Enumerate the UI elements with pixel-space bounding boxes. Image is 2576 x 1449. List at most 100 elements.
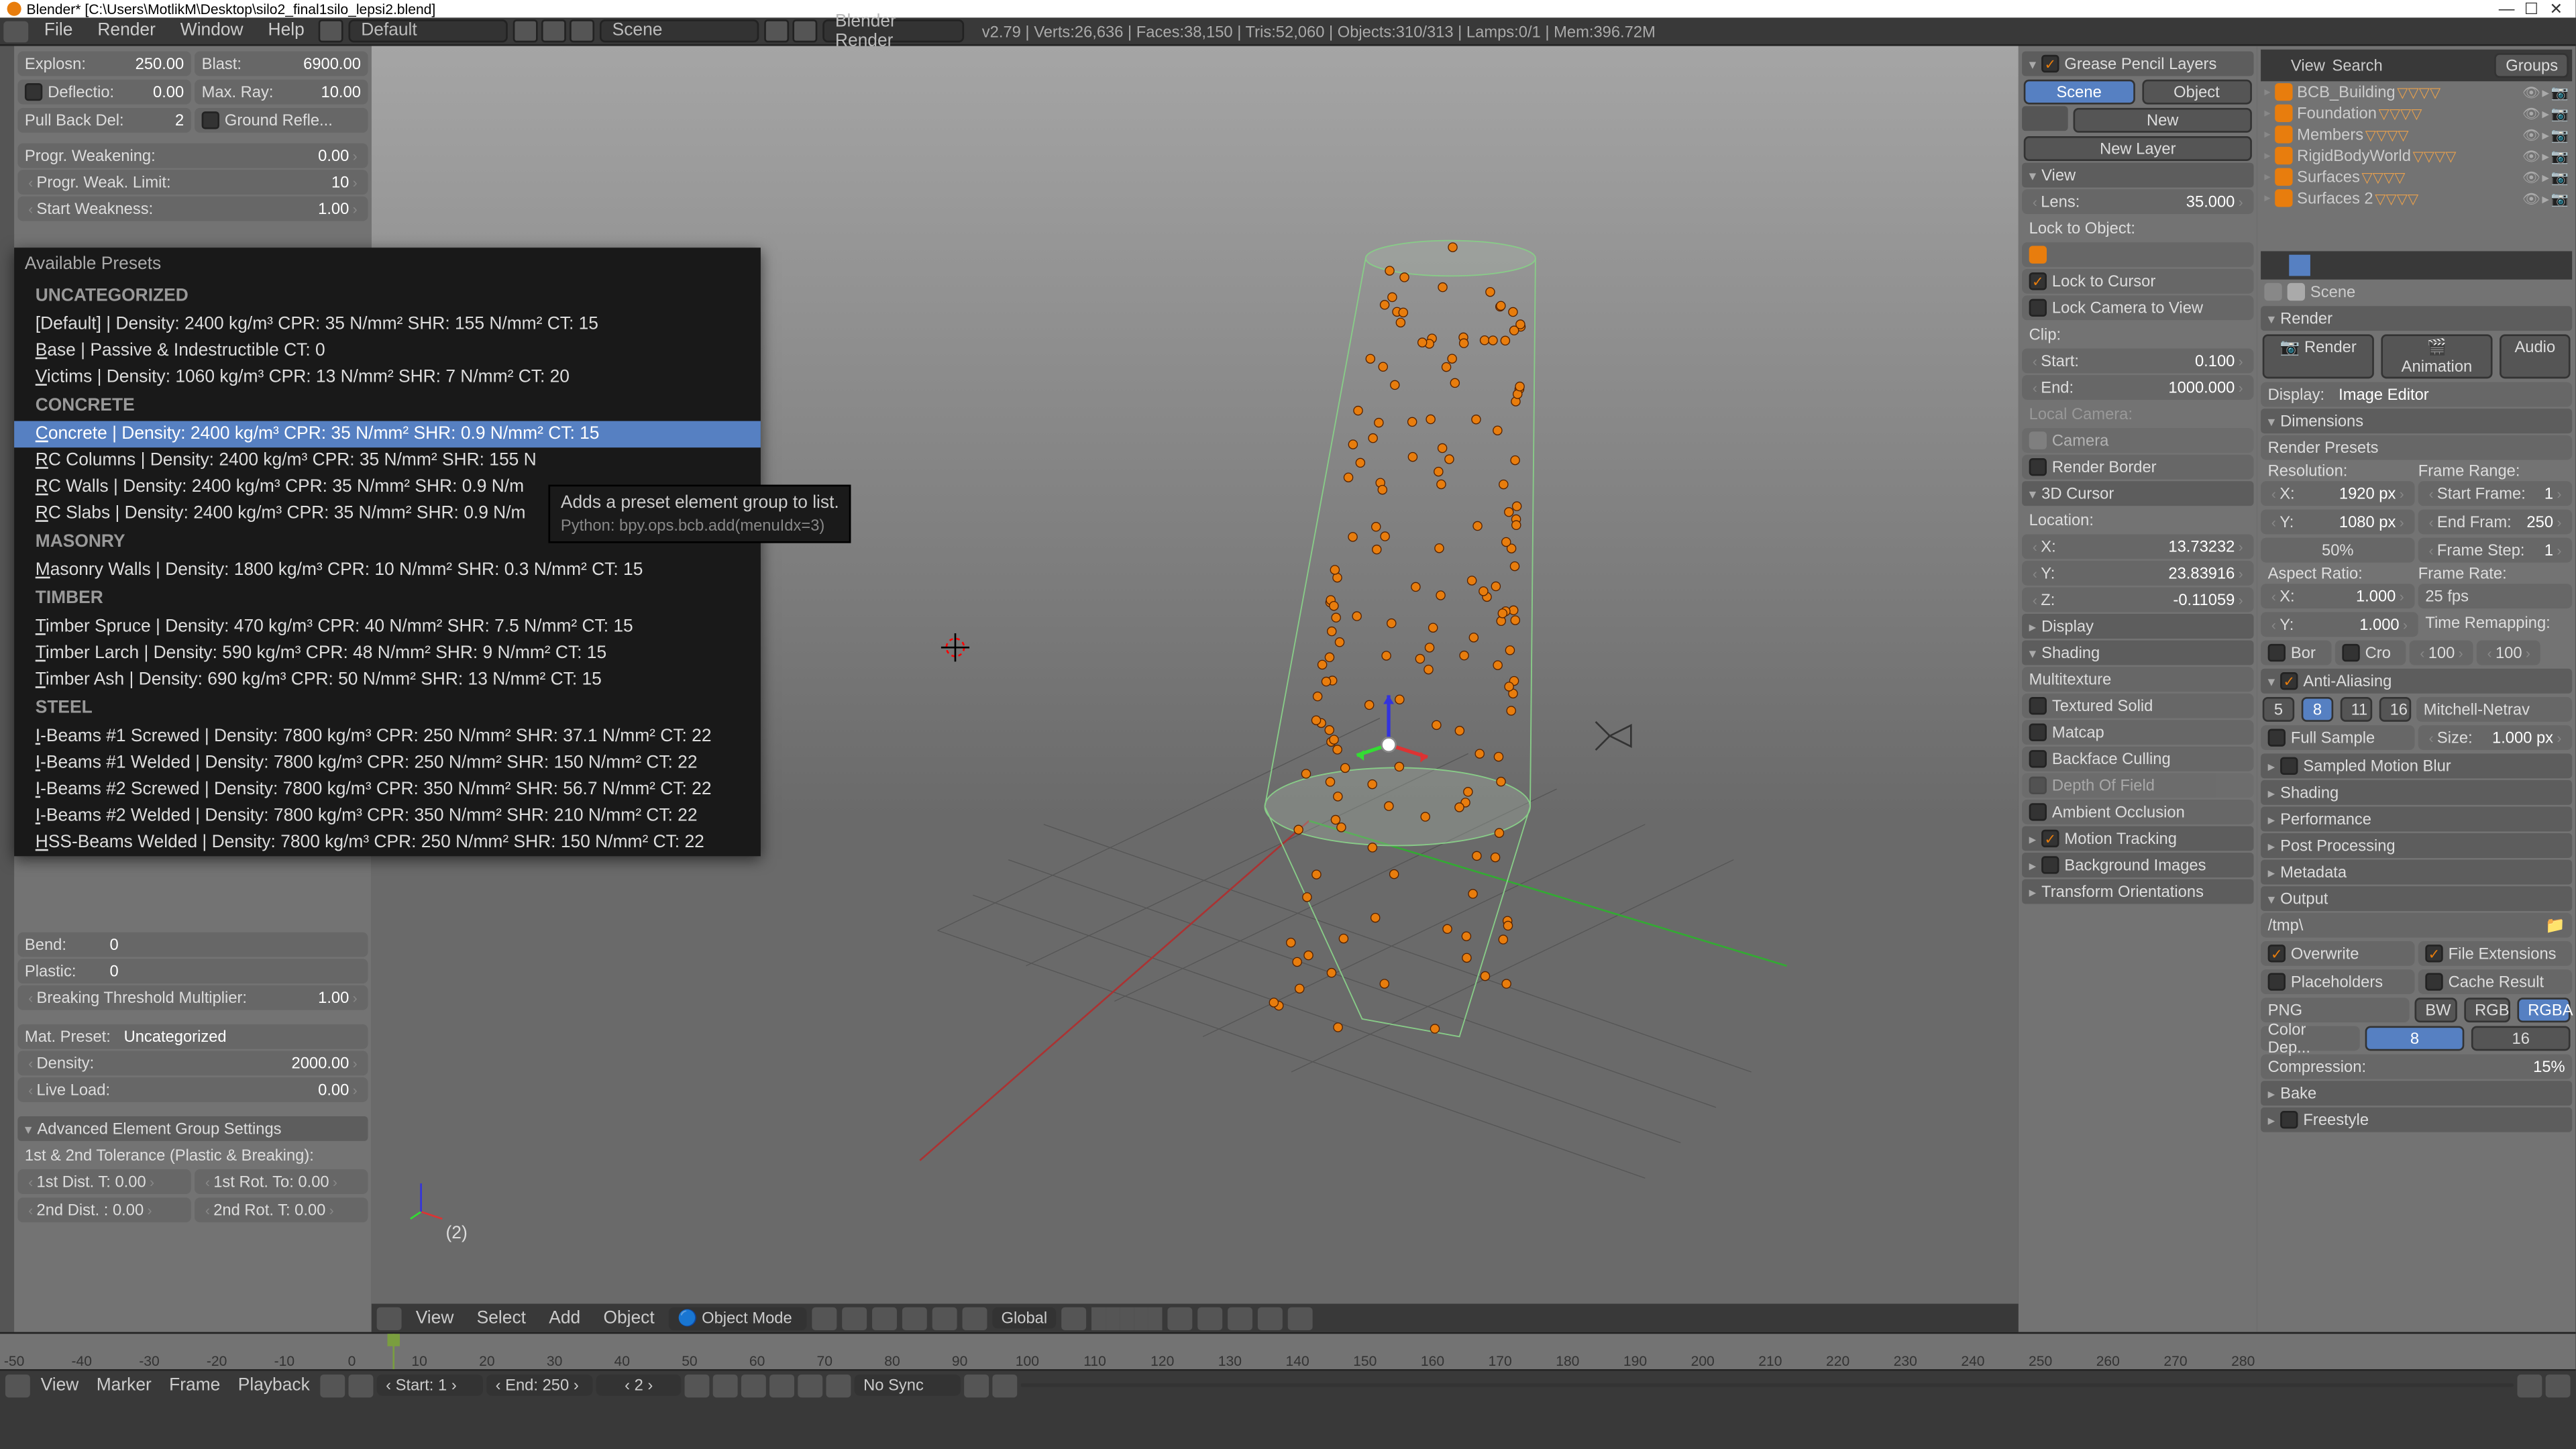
layout-field[interactable]: Default [349, 19, 508, 42]
object-btn[interactable]: Object [2141, 80, 2252, 105]
tl-keymode-icon[interactable] [993, 1374, 1018, 1397]
tl-playback[interactable]: Playback [231, 1375, 317, 1395]
shading-icon[interactable] [812, 1306, 837, 1329]
res-x[interactable]: ‹X:1920 px› [2261, 481, 2414, 506]
manipulator-rotate-icon[interactable] [932, 1306, 957, 1329]
layout-browse-icon[interactable] [319, 19, 343, 42]
preset-item[interactable]: Timber Spruce | Density: 470 kg/m³ CPR: … [14, 614, 761, 641]
menu-render[interactable]: Render [85, 21, 168, 41]
menu-help[interactable]: Help [256, 21, 317, 41]
tl-keyset[interactable] [1021, 1383, 2514, 1387]
tab-render-icon[interactable] [2289, 255, 2310, 276]
rgba-btn[interactable]: RGBA [2517, 998, 2570, 1022]
cursor-z[interactable]: ‹Z:-0.11059› [2022, 587, 2253, 612]
3dcursor-header[interactable]: 3D Cursor [2022, 481, 2253, 506]
preset-item[interactable]: Timber Ash | Density: 690 kg/m³ CPR: 50 … [14, 667, 761, 694]
display-header[interactable]: Display [2022, 614, 2253, 639]
placeholders[interactable]: Placeholders [2261, 969, 2414, 994]
border[interactable]: Bor [2261, 641, 2331, 665]
pullback-field[interactable]: Pull Back Del:2 [17, 108, 191, 133]
menu-window[interactable]: Window [168, 21, 256, 41]
object-menu[interactable]: Object [594, 1308, 663, 1328]
scene-browse-icon[interactable] [570, 19, 594, 42]
tl-frame[interactable]: Frame [162, 1375, 227, 1395]
tl-rewind-icon[interactable] [685, 1374, 710, 1397]
layout-add-icon[interactable] [513, 19, 538, 42]
lock-icon[interactable] [1167, 1306, 1192, 1329]
scene-del-icon[interactable] [793, 19, 818, 42]
layout-del-icon[interactable] [541, 19, 566, 42]
timeline-ruler[interactable]: -50-40-30-20-100102030405060708090100110… [0, 1332, 2575, 1371]
snap-type-icon[interactable] [1228, 1306, 1252, 1329]
render-presets[interactable]: Render Presets [2261, 435, 2572, 460]
motion-header[interactable]: Motion Tracking [2022, 826, 2253, 851]
pp-header[interactable]: Post Processing [2261, 833, 2572, 858]
scene-add-icon[interactable] [764, 19, 789, 42]
preset-item[interactable]: [Default] | Density: 2400 kg/m³ CPR: 35 … [14, 311, 761, 338]
select-menu[interactable]: Select [468, 1308, 535, 1328]
menu-file[interactable]: File [32, 21, 85, 41]
opengl-render-icon[interactable] [1288, 1306, 1313, 1329]
meta-header[interactable]: Metadata [2261, 860, 2572, 885]
deflectio-field[interactable]: Deflectio:0.00 [17, 80, 191, 105]
tab-scene-icon[interactable] [2339, 255, 2360, 276]
manipulator-translate-icon[interactable] [902, 1306, 927, 1329]
aa-16[interactable]: 16 [2379, 697, 2411, 722]
outliner-search[interactable]: Search [2332, 56, 2383, 74]
tl-view[interactable]: View [34, 1375, 86, 1395]
freestyle-header[interactable]: Freestyle [2261, 1108, 2572, 1132]
editor-type-icon[interactable] [2263, 55, 2284, 76]
cursor-y[interactable]: ‹Y:23.83916› [2022, 561, 2253, 586]
shading-header[interactable]: Shading [2022, 641, 2253, 665]
scene-btn[interactable]: Scene [2024, 80, 2135, 105]
outliner-view[interactable]: View [2291, 56, 2325, 74]
tl-end-icon[interactable] [826, 1374, 851, 1397]
gp-add-icon[interactable] [2022, 106, 2068, 131]
preset-item[interactable]: Timber Larch | Density: 590 kg/m³ CPR: 4… [14, 641, 761, 667]
layer-btn[interactable] [1120, 1306, 1134, 1329]
layers-icon[interactable] [1061, 1306, 1086, 1329]
tab-constraints-icon[interactable] [2413, 255, 2434, 276]
outliner-groups[interactable]: Groups [2495, 53, 2568, 78]
outliner-row[interactable]: ▸BCB_Building▽▽▽▽👁▸📷 [2261, 81, 2572, 103]
render-border[interactable]: Render Border [2022, 455, 2253, 480]
timeline-cursor[interactable] [392, 1334, 394, 1369]
dims-header[interactable]: Dimensions [2261, 409, 2572, 433]
tl-next-icon[interactable] [798, 1374, 823, 1397]
tab-object-icon[interactable] [2388, 255, 2410, 276]
close-button[interactable]: ✕ [2544, 0, 2569, 19]
tl-sync[interactable]: No Sync [855, 1375, 961, 1396]
bend-field[interactable]: Bend:0 [17, 932, 368, 957]
cache[interactable]: Cache Result [2418, 969, 2572, 994]
anim-btn[interactable]: 🎬 Animation [2381, 334, 2492, 378]
new-btn[interactable]: New [2074, 108, 2252, 133]
output-path[interactable]: /tmp\📁 [2261, 913, 2572, 938]
outliner-row[interactable]: ▸Members▽▽▽▽👁▸📷 [2261, 124, 2572, 146]
1st-dist[interactable]: ‹1st Dist. T: 0.00› [17, 1169, 191, 1194]
preset-item[interactable]: Victims | Density: 1060 kg/m³ CPR: 13 N/… [14, 364, 761, 391]
editor-type-icon[interactable] [377, 1306, 402, 1329]
aspect-y[interactable]: ‹Y:1.000› [2261, 612, 2418, 637]
fullsample[interactable]: Full Sample [2261, 725, 2414, 750]
maximize-button[interactable]: ☐ [2519, 0, 2544, 19]
editor-type-icon[interactable] [3, 20, 28, 42]
tl-preview-icon[interactable] [349, 1374, 374, 1397]
outliner-row[interactable]: ▸Surfaces▽▽▽▽👁▸📷 [2261, 166, 2572, 188]
render-btn[interactable]: 📷 Render [2263, 334, 2374, 378]
remap-2[interactable]: ‹100› [2477, 641, 2540, 665]
outliner[interactable]: ▸BCB_Building▽▽▽▽👁▸📷▸Foundation▽▽▽▽👁▸📷▸M… [2261, 81, 2572, 251]
outliner-row[interactable]: ▸Foundation▽▽▽▽👁▸📷 [2261, 103, 2572, 124]
preset-item[interactable]: Masonry Walls | Density: 1800 kg/m³ CPR:… [14, 557, 761, 584]
tl-current[interactable]: ‹ 2 › [596, 1375, 682, 1396]
plastic-field[interactable]: Plastic:0 [17, 959, 368, 983]
aegs-header[interactable]: Advanced Element Group Settings [17, 1116, 368, 1141]
bgimg-header[interactable]: Background Images [2022, 853, 2253, 877]
aa-size[interactable]: ‹Size:1.000 px› [2418, 725, 2572, 750]
editor-type-icon[interactable] [2264, 255, 2286, 276]
smb-header[interactable]: Sampled Motion Blur [2261, 753, 2572, 778]
gpl-header[interactable]: Grease Pencil Layers [2022, 51, 2253, 76]
pin-icon[interactable] [2264, 283, 2282, 301]
tab-world-icon[interactable] [2363, 255, 2385, 276]
preset-item[interactable]: Base | Passive & Indestructible CT: 0 [14, 338, 761, 365]
tl-playrev-icon[interactable] [741, 1374, 766, 1397]
